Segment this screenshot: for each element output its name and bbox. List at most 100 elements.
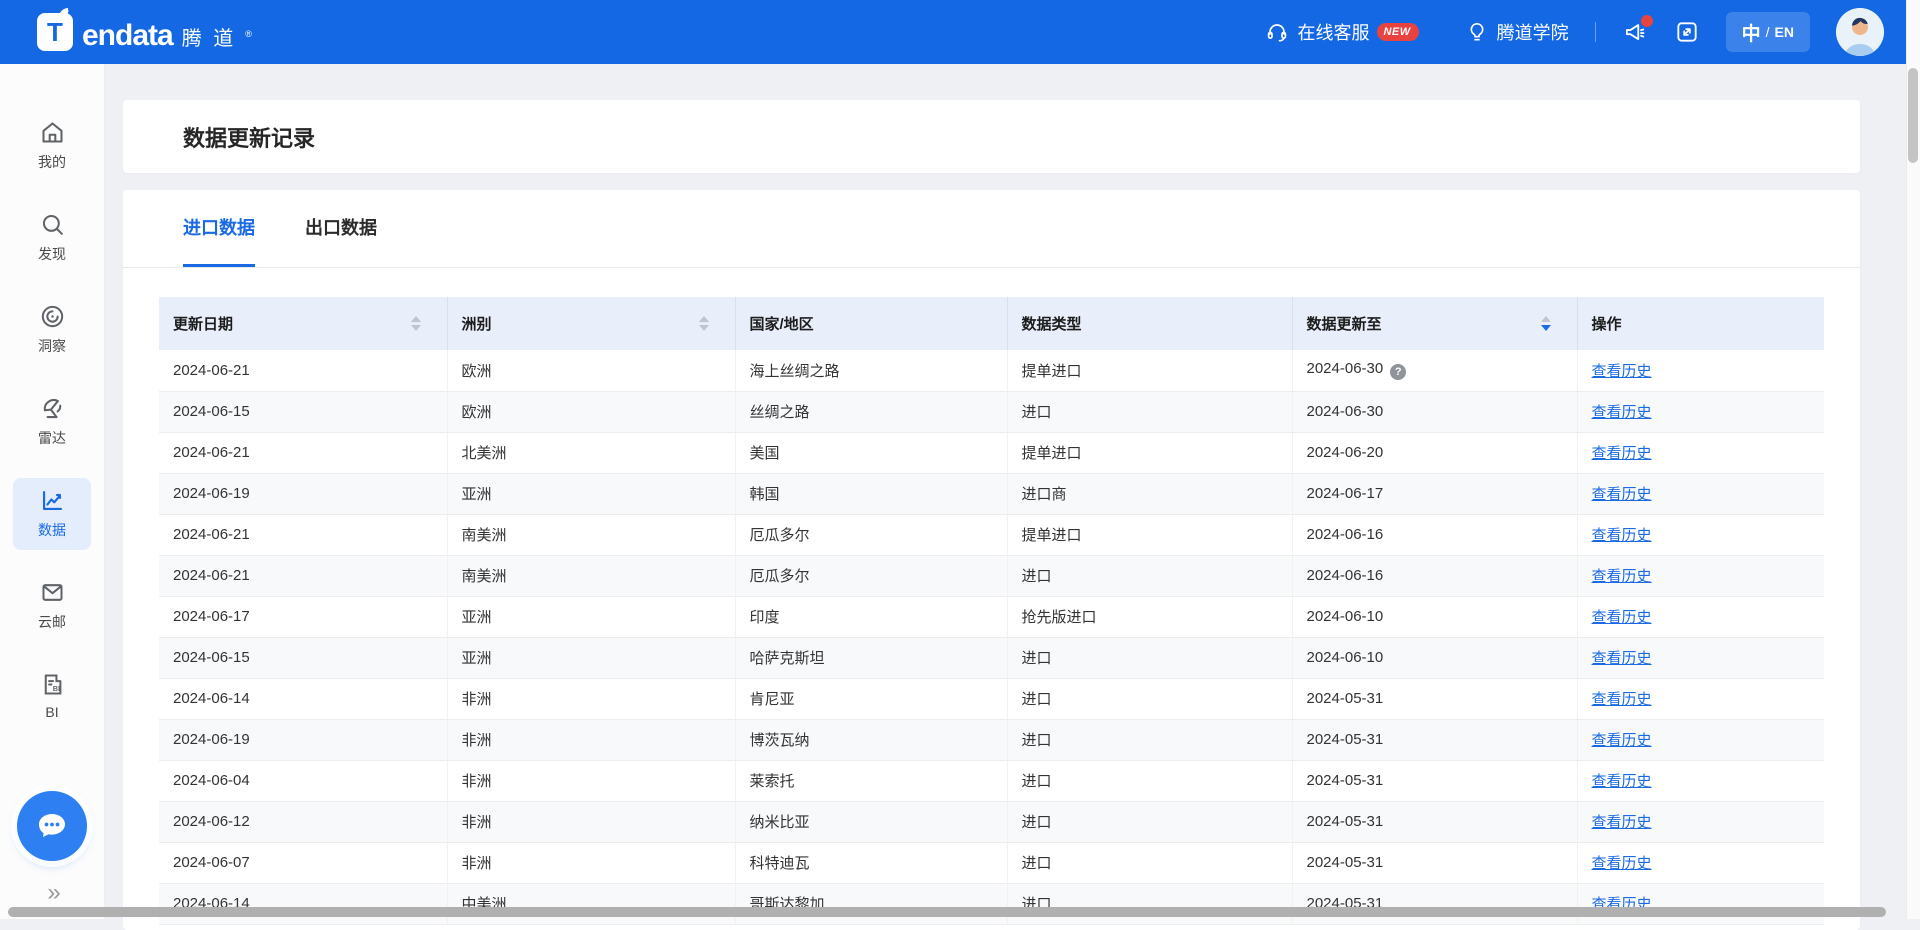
action-cell: 查看历史 (1577, 842, 1824, 883)
country-cell: 哥斯达黎加 (735, 883, 1007, 924)
sidebar-item-label: 洞察 (38, 336, 66, 356)
sort-control-updated-to[interactable] (1541, 316, 1551, 331)
table-row: 2024-06-19亚洲韩国进口商2024-06-17查看历史 (159, 473, 1824, 514)
sidebar-item-insight[interactable]: 洞察 (13, 294, 91, 366)
view-history-link[interactable]: 查看历史 (1592, 568, 1652, 585)
table-row: 2024-06-21南美洲厄瓜多尔进口2024-06-16查看历史 (159, 555, 1824, 596)
update-date-cell: 2024-06-21 (159, 350, 447, 391)
tab-export-data[interactable]: 出口数据 (305, 190, 377, 267)
sidebar-item-data[interactable]: 数据 (13, 478, 91, 550)
view-history-link[interactable]: 查看历史 (1592, 691, 1652, 708)
sort-asc-icon (699, 316, 709, 322)
column-header-country: 国家/地区 (750, 313, 814, 334)
sidebar-item-label: 数据 (38, 520, 66, 540)
action-cell: 查看历史 (1577, 596, 1824, 637)
updated-to-cell: 2024-05-31 (1292, 678, 1577, 719)
action-cell: 查看历史 (1577, 760, 1824, 801)
language-toggle-button[interactable]: 中 / EN (1726, 12, 1810, 52)
sort-control-update-date[interactable] (411, 316, 421, 331)
sort-control-continent[interactable] (699, 316, 709, 331)
data-type-cell: 进口商 (1007, 473, 1292, 514)
left-sidebar: 我的 发现 洞察 雷达 数据 云邮 (0, 64, 105, 919)
view-history-link[interactable]: 查看历史 (1592, 486, 1652, 503)
search-icon (39, 211, 66, 238)
view-history-link[interactable]: 查看历史 (1592, 363, 1652, 380)
updated-to-cell: 2024-05-31 (1292, 760, 1577, 801)
country-cell: 科特迪瓦 (735, 842, 1007, 883)
sidebar-item-label: 雷达 (38, 428, 66, 448)
chat-support-button[interactable] (17, 791, 87, 861)
country-cell: 莱索托 (735, 760, 1007, 801)
help-icon[interactable]: ? (1390, 364, 1406, 380)
bi-document-icon: BI (39, 671, 66, 698)
data-type-cell: 抢先版进口 (1007, 596, 1292, 637)
updated-to-cell: 2024-05-31 (1292, 719, 1577, 760)
view-history-link[interactable]: 查看历史 (1592, 814, 1652, 831)
country-cell: 肯尼亚 (735, 678, 1007, 719)
action-cell: 查看历史 (1577, 473, 1824, 514)
table-row: 2024-06-21欧洲海上丝绸之路提单进口2024-06-30?查看历史 (159, 350, 1824, 391)
online-service-button[interactable]: 在线客服 NEW (1265, 19, 1418, 45)
home-icon (39, 119, 66, 146)
update-date-cell: 2024-06-14 (159, 883, 447, 924)
announcements-button[interactable] (1622, 19, 1648, 45)
update-date-cell: 2024-06-15 (159, 391, 447, 432)
data-type-cell: 进口 (1007, 637, 1292, 678)
continent-cell: 非洲 (447, 801, 735, 842)
svg-text:BI: BI (52, 684, 59, 693)
sidebar-item-label: 云邮 (38, 612, 66, 632)
sidebar-item-bi[interactable]: BI BI (13, 662, 91, 730)
vertical-scrollbar-track[interactable] (1906, 0, 1920, 919)
table-row: 2024-06-04非洲莱索托进口2024-05-31查看历史 (159, 760, 1824, 801)
table-body: 2024-06-21欧洲海上丝绸之路提单进口2024-06-30?查看历史202… (159, 350, 1824, 924)
sidebar-item-radar[interactable]: 雷达 (13, 386, 91, 458)
sort-desc-icon-active (1541, 325, 1551, 331)
action-cell: 查看历史 (1577, 719, 1824, 760)
data-type-cell: 进口 (1007, 760, 1292, 801)
chat-bubble-icon (33, 807, 71, 845)
update-date-cell: 2024-06-17 (159, 596, 447, 637)
view-history-link[interactable]: 查看历史 (1592, 404, 1652, 421)
action-cell: 查看历史 (1577, 678, 1824, 719)
fullscreen-icon (1674, 19, 1700, 45)
view-history-link[interactable]: 查看历史 (1592, 732, 1652, 749)
data-records-card: 进口数据 出口数据 更新日期 洲别 (123, 190, 1860, 930)
fullscreen-button[interactable] (1674, 19, 1700, 45)
update-date-cell: 2024-06-12 (159, 801, 447, 842)
country-cell: 丝绸之路 (735, 391, 1007, 432)
horizontal-scrollbar-thumb[interactable] (8, 907, 1886, 917)
sort-desc-icon (411, 325, 421, 331)
view-history-link[interactable]: 查看历史 (1592, 609, 1652, 626)
view-history-link[interactable]: 查看历史 (1592, 855, 1652, 872)
sidebar-item-mine[interactable]: 我的 (13, 110, 91, 182)
country-cell: 美国 (735, 432, 1007, 473)
sidebar-item-discover[interactable]: 发现 (13, 202, 91, 274)
table-row: 2024-06-14非洲肯尼亚进口2024-05-31查看历史 (159, 678, 1824, 719)
view-history-link[interactable]: 查看历史 (1592, 650, 1652, 667)
action-cell: 查看历史 (1577, 555, 1824, 596)
continent-cell: 亚洲 (447, 637, 735, 678)
navbar-actions: 在线客服 NEW 腾道学院 (1265, 8, 1884, 56)
update-records-table-wrap: 更新日期 洲别 国家/地区 数据类型 (159, 297, 1824, 925)
action-cell: 查看历史 (1577, 637, 1824, 678)
academy-button[interactable]: 腾道学院 (1465, 19, 1569, 45)
view-history-link[interactable]: 查看历史 (1592, 527, 1652, 544)
table-header-row: 更新日期 洲别 国家/地区 数据类型 (159, 297, 1824, 350)
table-row: 2024-06-19非洲博茨瓦纳进口2024-05-31查看历史 (159, 719, 1824, 760)
tendata-logo[interactable]: T endata 腾 道 ® (37, 13, 252, 51)
avatar-illustration-icon (1836, 8, 1884, 56)
user-avatar[interactable] (1836, 8, 1884, 56)
page-title-card: 数据更新记录 (123, 100, 1860, 173)
lang-separator: / (1766, 24, 1770, 40)
country-cell: 哈萨克斯坦 (735, 637, 1007, 678)
update-records-table: 更新日期 洲别 国家/地区 数据类型 (159, 297, 1824, 925)
view-history-link[interactable]: 查看历史 (1592, 445, 1652, 462)
country-cell: 博茨瓦纳 (735, 719, 1007, 760)
view-history-link[interactable]: 查看历史 (1592, 773, 1652, 790)
sidebar-item-cloudmail[interactable]: 云邮 (13, 570, 91, 642)
sidebar-expand-chevrons[interactable]: » (0, 881, 105, 905)
vertical-scrollbar-thumb[interactable] (1908, 68, 1918, 163)
column-header-continent: 洲别 (462, 313, 492, 334)
tab-import-data[interactable]: 进口数据 (183, 190, 255, 267)
logo-tile-icon: T (37, 13, 73, 51)
